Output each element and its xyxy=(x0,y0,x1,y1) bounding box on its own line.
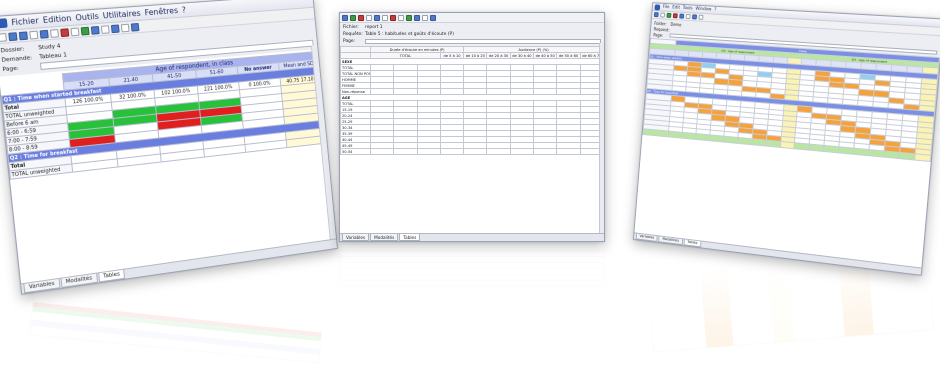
report-table: Durée d'écoute en minutes (P) Audience (… xyxy=(340,46,604,155)
page-label: Page: xyxy=(2,65,20,73)
delete-icon[interactable] xyxy=(390,14,396,21)
menu-fichier[interactable]: Fichier xyxy=(11,16,39,27)
sheet-tabs: Variables Modalités Tables xyxy=(340,233,604,241)
folder-value: Demo xyxy=(670,21,682,27)
paste-icon[interactable] xyxy=(49,28,60,38)
stop-icon[interactable] xyxy=(358,14,364,21)
toolbar xyxy=(340,13,604,23)
menu-utilitaires[interactable]: Utilitaires xyxy=(102,9,141,21)
stop-icon[interactable] xyxy=(672,13,678,19)
settings-icon[interactable] xyxy=(698,14,704,20)
settings-icon[interactable] xyxy=(120,23,130,32)
open-file-icon[interactable] xyxy=(342,14,348,21)
vertical-scrollbar[interactable] xyxy=(599,43,604,233)
chart-icon[interactable] xyxy=(685,13,691,20)
screenshot-tables-window: Fichier Edition Outils Utilitaires Fenêt… xyxy=(0,0,338,295)
table-icon[interactable] xyxy=(679,13,685,19)
export-icon[interactable] xyxy=(692,14,698,20)
page-label: Page: xyxy=(653,31,664,38)
chart-icon[interactable] xyxy=(406,14,412,21)
save-icon[interactable] xyxy=(660,12,666,18)
settings-icon[interactable] xyxy=(430,14,436,21)
copy-icon[interactable] xyxy=(39,29,49,39)
page-select[interactable] xyxy=(365,39,601,44)
menu-fenetres[interactable]: Fenêtres xyxy=(144,6,178,17)
open-file-icon[interactable] xyxy=(8,31,18,41)
reflection xyxy=(28,252,327,364)
reflection xyxy=(646,247,935,353)
run-icon[interactable] xyxy=(666,12,672,18)
tab-tables[interactable]: Tables xyxy=(683,239,702,248)
file-value: report 1 xyxy=(365,25,383,30)
tab-modalites[interactable]: Modalités xyxy=(370,234,399,241)
app-logo-icon xyxy=(0,18,8,29)
table-icon[interactable] xyxy=(90,25,100,35)
chart-icon[interactable] xyxy=(100,24,110,34)
menu-outils[interactable]: Outils xyxy=(75,12,99,23)
row-label: 50-54 xyxy=(340,148,371,155)
page-label: Page: xyxy=(343,39,356,44)
dossier-value: Study 4 xyxy=(37,42,61,51)
tab-tables[interactable]: Tables xyxy=(399,234,421,241)
save-icon[interactable] xyxy=(374,14,380,21)
print-icon[interactable] xyxy=(366,14,372,21)
menu-help[interactable]: ? xyxy=(181,5,186,14)
tab-variables[interactable]: Variables xyxy=(635,233,659,242)
tab-variables[interactable]: Variables xyxy=(342,234,370,241)
print-icon[interactable] xyxy=(29,30,39,40)
open-file-icon[interactable] xyxy=(653,12,659,18)
menu-tools[interactable]: Tools xyxy=(682,6,692,11)
menu-window[interactable]: Window xyxy=(695,7,711,13)
menu-edit[interactable]: Edit xyxy=(672,5,680,10)
help-icon[interactable] xyxy=(70,26,80,36)
copy-icon[interactable] xyxy=(382,14,388,21)
export-icon[interactable] xyxy=(422,14,428,21)
help-icon[interactable] xyxy=(398,14,404,21)
request-label: Requête: xyxy=(343,32,363,37)
export-icon[interactable] xyxy=(110,23,120,33)
new-file-icon[interactable] xyxy=(0,32,7,42)
menu-edition[interactable]: Edition xyxy=(42,14,71,25)
app-logo-icon xyxy=(654,3,661,10)
run-icon[interactable] xyxy=(350,14,356,21)
screenshot-report-window: Fichier: report 1 Requête: Table 5 : habit… xyxy=(339,12,605,242)
menu-help[interactable]: ? xyxy=(714,8,717,13)
request-value: Table 5 : habitudes et goûts d'écoute (P… xyxy=(365,32,454,37)
window-icon[interactable] xyxy=(130,22,140,32)
reflection xyxy=(339,244,605,314)
menu-file[interactable]: File xyxy=(663,5,670,10)
request-form: Fichier: report 1 Requête: Table 5 : habit… xyxy=(340,23,604,46)
tab-modalities[interactable]: Modalities xyxy=(658,236,683,246)
screenshot-heatmap-window: File Edit Tools Window ? Folder: Demo Req… xyxy=(632,2,940,276)
save-icon[interactable] xyxy=(18,30,28,40)
table-icon[interactable] xyxy=(414,14,420,21)
file-label: Fichier: xyxy=(343,25,359,30)
delete-icon[interactable] xyxy=(60,27,70,37)
run-icon[interactable] xyxy=(80,26,90,36)
heatmap-table: Class Q3 : Age of respondent Q3 : Age of … xyxy=(642,38,940,162)
